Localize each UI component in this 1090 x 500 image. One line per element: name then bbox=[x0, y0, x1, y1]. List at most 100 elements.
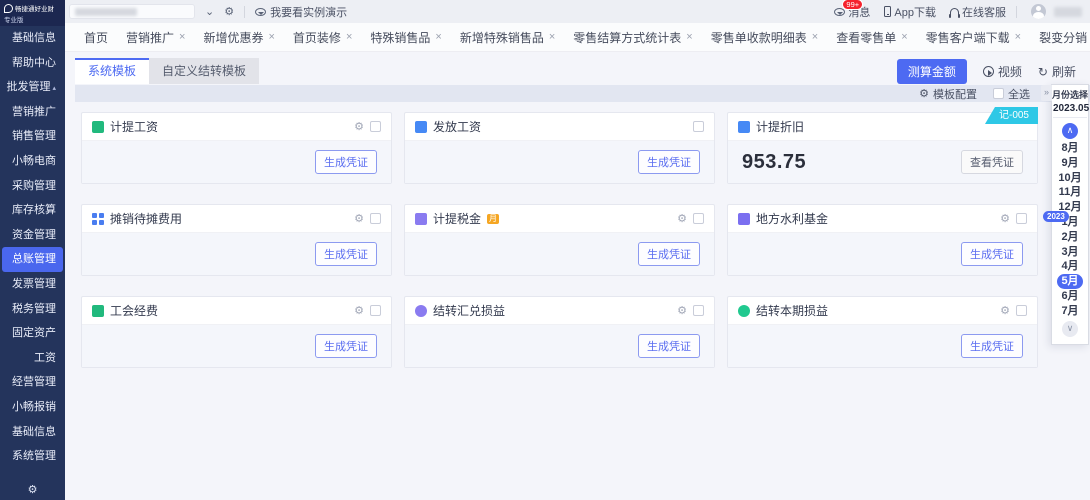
card-gear-icon[interactable]: ⚙ bbox=[1000, 212, 1010, 225]
month-option-4月[interactable]: 4月 bbox=[1057, 259, 1083, 274]
calc-amount-button[interactable]: 测算金额 bbox=[897, 59, 967, 84]
sidebar-item-6[interactable]: 采购管理 bbox=[0, 174, 65, 199]
speech-bubble-icon bbox=[255, 8, 266, 16]
scroll-months-up-icon[interactable]: ∧ bbox=[1062, 123, 1078, 139]
select-all-checkbox[interactable] bbox=[993, 88, 1004, 99]
messages-button[interactable]: 消息 99+ bbox=[834, 4, 870, 20]
tab-close-icon[interactable]: × bbox=[549, 31, 555, 43]
card-checkbox[interactable] bbox=[1016, 213, 1027, 224]
sidebar-item-9[interactable]: 总账管理 bbox=[2, 247, 63, 272]
tab-7[interactable]: 零售单收款明细表× bbox=[702, 23, 827, 52]
generate-voucher-button[interactable]: 生成凭证 bbox=[315, 242, 377, 266]
tab-9[interactable]: 零售客户端下载× bbox=[917, 23, 1030, 52]
sidebar-item-1[interactable]: 帮助中心 bbox=[0, 51, 65, 76]
month-option-7月[interactable]: 7月 bbox=[1057, 304, 1083, 319]
tab-close-icon[interactable]: × bbox=[179, 31, 185, 43]
tab-6[interactable]: 零售结算方式统计表× bbox=[564, 23, 701, 52]
view-voucher-button[interactable]: 查看凭证 bbox=[961, 150, 1023, 174]
template-config-button[interactable]: ⚙ 模板配置 bbox=[919, 86, 977, 102]
demo-link[interactable]: 我要看实例演示 bbox=[255, 4, 347, 20]
app-logo[interactable]: 畅捷通好业财 专业版 bbox=[0, 0, 65, 26]
video-button[interactable]: 视频 bbox=[983, 63, 1022, 80]
card-checkbox[interactable] bbox=[693, 121, 704, 132]
sidebar-item-15[interactable]: 小畅报销 bbox=[0, 395, 65, 420]
tab-2[interactable]: 新增优惠券× bbox=[194, 23, 283, 52]
tab-8[interactable]: 查看零售单× bbox=[827, 23, 916, 52]
month-option-5月[interactable]: 5月 bbox=[1057, 274, 1083, 289]
sidebar-item-8[interactable]: 资金管理 bbox=[0, 223, 65, 248]
sidebar-item-4[interactable]: 销售管理 bbox=[0, 124, 65, 149]
month-option-10月[interactable]: 10月 bbox=[1057, 171, 1083, 186]
org-search-input[interactable] bbox=[69, 4, 195, 19]
month-option-11月[interactable]: 11月 bbox=[1057, 185, 1083, 200]
sidebar-item-10[interactable]: 发票管理 bbox=[0, 272, 65, 297]
card-gear-icon[interactable]: ⚙ bbox=[354, 304, 364, 317]
sidebar-item-12[interactable]: 固定资产 bbox=[0, 321, 65, 346]
sidebar-item-7[interactable]: 库存核算 bbox=[0, 198, 65, 223]
tab-close-icon[interactable]: × bbox=[901, 31, 907, 43]
tab-10[interactable]: 裂变分销× bbox=[1030, 23, 1090, 52]
month-selector-panel: » 月份选择 2023.05 ∧ 8月9月10月11月12月1月2月3月4月5月… bbox=[1051, 84, 1089, 345]
card-checkbox[interactable] bbox=[370, 121, 381, 132]
scroll-months-down-icon[interactable]: ∨ bbox=[1062, 321, 1078, 337]
card-header: 地方水利基金⚙ bbox=[728, 205, 1037, 233]
subtab-0[interactable]: 系统模板 bbox=[75, 58, 149, 84]
sidebar-item-13[interactable]: 工资 bbox=[0, 346, 65, 371]
card-body: 生成凭证 bbox=[405, 233, 714, 275]
tab-close-icon[interactable]: × bbox=[686, 31, 692, 43]
tab-5[interactable]: 新增特殊销售品× bbox=[451, 23, 564, 52]
tab-close-icon[interactable]: × bbox=[346, 31, 352, 43]
month-option-9月[interactable]: 9月 bbox=[1057, 156, 1083, 171]
month-option-8月[interactable]: 8月 bbox=[1057, 141, 1083, 156]
sidebar-item-16[interactable]: 基础信息 bbox=[0, 420, 65, 445]
refresh-button[interactable]: ↻ 刷新 bbox=[1038, 63, 1076, 80]
generate-voucher-button[interactable]: 生成凭证 bbox=[638, 334, 700, 358]
sidebar-item-17[interactable]: 系统管理 bbox=[0, 444, 65, 469]
sidebar-item-5[interactable]: 小畅电商 bbox=[0, 149, 65, 174]
collapse-panel-icon[interactable]: » bbox=[1041, 85, 1052, 101]
sidebar-settings-gear-icon[interactable]: ⚙ bbox=[0, 483, 65, 496]
sidebar-item-3[interactable]: 营销推广 bbox=[0, 100, 65, 125]
card-checkbox[interactable] bbox=[370, 213, 381, 224]
sidebar-item-2[interactable]: 批发管理▴ bbox=[0, 75, 65, 100]
generate-voucher-button[interactable]: 生成凭证 bbox=[315, 334, 377, 358]
card-gear-icon[interactable]: ⚙ bbox=[354, 212, 364, 225]
card-checkbox[interactable] bbox=[693, 213, 704, 224]
card-gear-icon[interactable]: ⚙ bbox=[677, 212, 687, 225]
tab-close-icon[interactable]: × bbox=[435, 31, 441, 43]
tab-3[interactable]: 首页装修× bbox=[284, 23, 361, 52]
card-checkbox[interactable] bbox=[693, 305, 704, 316]
chevron-down-icon[interactable]: ⌄ bbox=[205, 5, 214, 18]
online-service-button[interactable]: 在线客服 bbox=[950, 4, 1006, 20]
app-download-button[interactable]: App下载 bbox=[884, 4, 936, 20]
month-option-3月[interactable]: 3月 bbox=[1057, 245, 1083, 260]
tab-1[interactable]: 营销推广× bbox=[117, 23, 194, 52]
generate-voucher-button[interactable]: 生成凭证 bbox=[961, 334, 1023, 358]
card-checkbox[interactable] bbox=[370, 305, 381, 316]
sidebar-item-11[interactable]: 税务管理 bbox=[0, 297, 65, 322]
generate-voucher-button[interactable]: 生成凭证 bbox=[638, 150, 700, 174]
online-service-label: 在线客服 bbox=[962, 4, 1006, 20]
tab-0[interactable]: 首页 bbox=[75, 23, 117, 52]
month-option-2月[interactable]: 2月 bbox=[1057, 230, 1083, 245]
subtab-1[interactable]: 自定义结转模板 bbox=[149, 58, 259, 84]
closing-card-1: 发放工资生成凭证 bbox=[404, 112, 715, 184]
tab-close-icon[interactable]: × bbox=[812, 31, 818, 43]
month-option-6月[interactable]: 6月 bbox=[1057, 289, 1083, 304]
tab-4[interactable]: 特殊销售品× bbox=[361, 23, 450, 52]
generate-voucher-button[interactable]: 生成凭证 bbox=[315, 150, 377, 174]
user-account[interactable] bbox=[1031, 4, 1082, 19]
sidebar-item-14[interactable]: 经营管理 bbox=[0, 370, 65, 395]
tab-label: 裂变分销 bbox=[1039, 29, 1087, 46]
card-gear-icon[interactable]: ⚙ bbox=[677, 304, 687, 317]
sidebar-item-0[interactable]: 基础信息 bbox=[0, 26, 65, 51]
card-checkbox[interactable] bbox=[1016, 305, 1027, 316]
generate-voucher-button[interactable]: 生成凭证 bbox=[638, 242, 700, 266]
tab-close-icon[interactable]: × bbox=[1015, 31, 1021, 43]
card-gear-icon[interactable]: ⚙ bbox=[354, 120, 364, 133]
tab-close-icon[interactable]: × bbox=[268, 31, 274, 43]
select-all-control[interactable]: 全选 bbox=[993, 86, 1030, 102]
gear-icon[interactable]: ⚙ bbox=[224, 5, 234, 18]
card-gear-icon[interactable]: ⚙ bbox=[1000, 304, 1010, 317]
generate-voucher-button[interactable]: 生成凭证 bbox=[961, 242, 1023, 266]
